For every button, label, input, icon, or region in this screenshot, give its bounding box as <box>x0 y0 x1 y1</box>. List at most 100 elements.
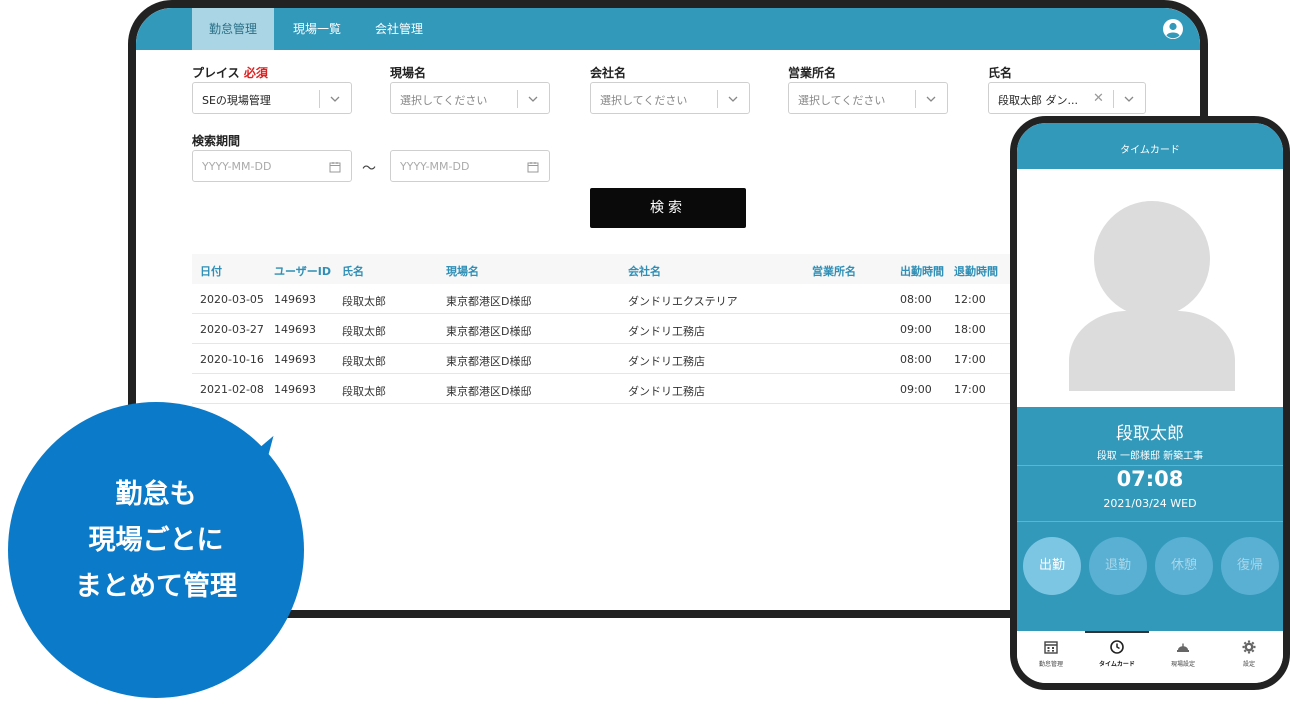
chevron-down-icon <box>1124 96 1134 102</box>
cell-user-id: 149693 <box>274 293 316 306</box>
phone-tab-label: 設定 <box>1242 661 1255 668</box>
cell-name: 段取太郎 <box>342 385 386 398</box>
cell-user-id: 149693 <box>274 353 316 366</box>
table-row[interactable]: 2020-10-16 149693 段取太郎 東京都港区D様邸 ダンドリ工務店 … <box>192 344 1092 374</box>
phone-header: タイムカード <box>1017 123 1283 169</box>
avatar-placeholder-icon <box>1069 201 1235 391</box>
chevron-down-icon <box>728 96 738 102</box>
divider <box>1017 521 1283 522</box>
cell-clock-out: 18:00 <box>954 323 986 336</box>
clock-in-button[interactable]: 出勤 <box>1023 537 1081 595</box>
col-office[interactable]: 営業所名 <box>812 263 856 279</box>
chevron-down-icon <box>528 96 538 102</box>
phone-tab-label: タイムカード <box>1099 661 1135 668</box>
col-clock-in[interactable]: 出勤時間 <box>900 263 944 279</box>
cell-clock-out: 17:00 <box>954 353 986 366</box>
phone-frame: タイムカード 段取太郎 段取 一郎様邸 新築工事 07:08 2021/03/2… <box>1010 116 1290 690</box>
calendar-icon <box>329 162 341 173</box>
promo-line-2: 現場ごとに <box>88 525 224 556</box>
office-select-placeholder: 選択してください <box>798 94 886 107</box>
nav-tab-sites[interactable]: 現場一覧 <box>280 8 354 50</box>
company-select[interactable]: 選択してください <box>590 82 750 114</box>
cell-date: 2020-03-27 <box>200 323 264 336</box>
phone-tab-attendance[interactable]: 勤怠管理 <box>1019 639 1083 668</box>
name-label: 氏名 <box>988 66 1013 80</box>
nav-tab-companies[interactable]: 会社管理 <box>362 8 436 50</box>
select-divider <box>1113 90 1114 108</box>
period-label: 検索期間 <box>192 134 241 148</box>
cell-date: 2020-03-05 <box>200 293 264 306</box>
select-divider <box>517 90 518 108</box>
phone-site-line: 段取 一郎様邸 新築工事 <box>1096 451 1204 462</box>
top-nav-bar: 勤怠管理 現場一覧 会社管理 <box>136 8 1200 50</box>
name-select[interactable]: 段取太郎 ダン... ✕ <box>988 82 1146 114</box>
break-button[interactable]: 休憩 <box>1155 537 1213 595</box>
date-to-placeholder: YYYY-MM-DD <box>400 160 470 173</box>
active-tab-indicator <box>1085 631 1149 633</box>
select-divider <box>319 90 320 108</box>
place-label: プレイス 必須 <box>192 66 268 80</box>
promo-bubble-text: 勤怠も 現場ごとに まとめて管理 <box>8 472 304 610</box>
phone-tab-bar: 勤怠管理 タイムカード 現場設定 設定 <box>1017 631 1283 683</box>
office-select[interactable]: 選択してください <box>788 82 948 114</box>
cell-clock-out: 17:00 <box>954 383 986 396</box>
nav-tab-attendance[interactable]: 勤怠管理 <box>192 8 274 50</box>
name-select-value: 段取太郎 ダン... <box>998 94 1078 107</box>
company-label: 会社名 <box>590 66 627 80</box>
phone-tab-settings[interactable]: 設定 <box>1217 639 1281 668</box>
cell-date: 2021-02-08 <box>200 383 264 396</box>
clock-out-button[interactable]: 退勤 <box>1089 537 1147 595</box>
cell-name: 段取太郎 <box>342 325 386 338</box>
col-site[interactable]: 現場名 <box>446 263 479 279</box>
search-button[interactable]: 検索 <box>590 188 746 228</box>
phone-user-name: 段取太郎 <box>1116 424 1184 444</box>
col-user-id[interactable]: ユーザーID <box>274 263 331 279</box>
cell-company: ダンドリ工務店 <box>628 385 705 398</box>
phone-tab-timecard[interactable]: タイムカード <box>1085 639 1149 668</box>
cell-clock-out: 12:00 <box>954 293 986 306</box>
cell-clock-in: 08:00 <box>900 353 932 366</box>
table-row[interactable]: 2020-03-05 149693 段取太郎 東京都港区D様邸 ダンドリエクステ… <box>192 284 1092 314</box>
phone-tab-label: 現場設定 <box>1170 661 1195 668</box>
col-name[interactable]: 氏名 <box>342 263 364 279</box>
chevron-down-icon <box>926 96 936 102</box>
user-account-icon[interactable] <box>1162 18 1184 40</box>
divider <box>1017 465 1283 466</box>
cell-date: 2020-10-16 <box>200 353 264 366</box>
phone-tab-site-settings[interactable]: 現場設定 <box>1151 639 1215 668</box>
cell-clock-in: 09:00 <box>900 383 932 396</box>
cell-site: 東京都港区D様邸 <box>446 295 532 308</box>
calendar-icon <box>527 162 539 173</box>
site-select[interactable]: 選択してください <box>390 82 550 114</box>
date-from-input[interactable]: YYYY-MM-DD <box>192 150 352 182</box>
phone-clock-time: 07:08 <box>1116 467 1184 491</box>
table-header: 日付 ユーザーID 氏名 現場名 会社名 営業所名 出勤時間 退勤時間 <box>192 254 1092 284</box>
cell-clock-in: 08:00 <box>900 293 932 306</box>
helmet-icon <box>1177 643 1189 652</box>
phone-user-panel: 段取太郎 段取 一郎様邸 新築工事 07:08 2021/03/24 WED 出… <box>1017 407 1283 631</box>
table-row[interactable]: 2020-03-27 149693 段取太郎 東京都港区D様邸 ダンドリ工務店 … <box>192 314 1092 344</box>
stage: 勤怠管理 現場一覧 会社管理 プレイス 必須 現場名 会社名 営業所名 氏名 S… <box>0 0 1290 704</box>
cell-site: 東京都港区D様邸 <box>446 385 532 398</box>
cell-user-id: 149693 <box>274 323 316 336</box>
col-clock-out[interactable]: 退勤時間 <box>954 263 998 279</box>
gear-icon <box>1242 640 1256 654</box>
promo-line-3: まとめて管理 <box>75 571 237 602</box>
company-select-placeholder: 選択してください <box>600 94 688 107</box>
site-select-placeholder: 選択してください <box>400 94 488 107</box>
select-divider <box>915 90 916 108</box>
col-date[interactable]: 日付 <box>200 263 222 279</box>
select-divider <box>717 90 718 108</box>
date-to-input[interactable]: YYYY-MM-DD <box>390 150 550 182</box>
col-company[interactable]: 会社名 <box>628 263 661 279</box>
table-row[interactable]: 2021-02-08 149693 段取太郎 東京都港区D様邸 ダンドリ工務店 … <box>192 374 1092 404</box>
clock-icon <box>1110 640 1124 654</box>
cell-clock-in: 09:00 <box>900 323 932 336</box>
clear-icon[interactable]: ✕ <box>1093 91 1104 106</box>
cell-name: 段取太郎 <box>342 295 386 308</box>
required-badge: 必須 <box>243 66 268 80</box>
resume-button[interactable]: 復帰 <box>1221 537 1279 595</box>
place-select[interactable]: SEの現場管理 <box>192 82 352 114</box>
site-label: 現場名 <box>390 66 427 80</box>
cell-name: 段取太郎 <box>342 355 386 368</box>
